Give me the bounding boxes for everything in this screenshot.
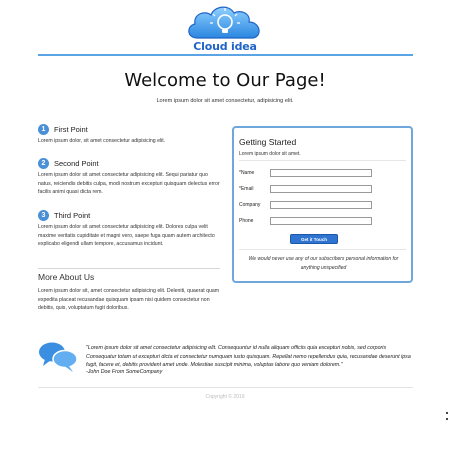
number-3-icon: 3 xyxy=(38,209,49,221)
feature-first-point: 1 First Point Lorem ipsum dolor, sit ame… xyxy=(38,123,222,146)
name-row: *Name xyxy=(239,169,406,177)
email-field[interactable] xyxy=(270,185,372,193)
feature-text: Lorem ipsum dolor sit amet consectetur a… xyxy=(38,172,220,196)
name-field[interactable] xyxy=(270,169,372,177)
logo[interactable]: Cloud idea xyxy=(183,2,267,53)
cloud-lightbulb-icon xyxy=(188,6,260,39)
form-divider xyxy=(239,160,406,161)
feature-text: Lorem ipsum dolor, sit amet consectetur … xyxy=(38,138,166,144)
dot-icon xyxy=(446,412,448,414)
feature-title: Third Point xyxy=(54,210,91,220)
phone-field[interactable] xyxy=(270,217,372,225)
form-divider xyxy=(239,249,406,250)
page-subtitle: Lorem ipsum dolor sit amet consectetur, … xyxy=(156,98,294,104)
form-title: Getting Started xyxy=(239,137,297,147)
page-title: Welcome to Our Page! xyxy=(124,70,326,91)
speech-bubbles-icon xyxy=(39,342,78,372)
testimonial-author: -John Doe From SomeCompany xyxy=(86,369,163,375)
company-label: Company xyxy=(239,202,261,208)
number-1-icon: 1 xyxy=(38,123,49,135)
name-label: *Name xyxy=(239,170,255,176)
feature-second-point: 2 Second Point Lorem ipsum dolor sit ame… xyxy=(38,157,222,197)
footer-divider xyxy=(38,387,413,388)
feature-title: First Point xyxy=(54,124,88,134)
company-row: Company xyxy=(239,201,406,209)
email-label: *Email xyxy=(239,186,254,192)
feature-text: Lorem ipsum dolor sit amet consectetur a… xyxy=(38,224,215,248)
header-divider xyxy=(38,54,413,56)
feature-title: Second Point xyxy=(54,158,99,168)
section-divider xyxy=(38,268,220,269)
email-row: *Email xyxy=(239,185,406,193)
getting-started-form: Getting Started Lorem ipsum dolor sit am… xyxy=(232,126,413,283)
copyright: Copyright © 2019 xyxy=(205,394,245,400)
feature-third-point: 3 Third Point Lorem ipsum dolor sit amet… xyxy=(38,209,222,249)
phone-row: Phone xyxy=(239,217,406,225)
number-2-icon: 2 xyxy=(38,157,49,169)
form-subtitle: Lorem ipsum dolor sit amet. xyxy=(239,151,301,157)
testimonial-quote: "Lorem ipsum dolor sit amet consectetur … xyxy=(86,345,411,369)
logo-text: Cloud idea xyxy=(193,40,257,53)
more-about-title: More About Us xyxy=(38,272,95,282)
company-field[interactable] xyxy=(270,201,372,209)
scroll-indicator[interactable] xyxy=(446,412,449,428)
privacy-note: We would never use any of our subscriber… xyxy=(248,256,399,271)
phone-label: Phone xyxy=(239,218,254,224)
submit-button[interactable]: Get it Touch xyxy=(290,234,338,244)
dot-icon xyxy=(446,418,448,420)
more-about-text: Lorem ipsum dolor sit, amet consectetur … xyxy=(38,288,220,312)
